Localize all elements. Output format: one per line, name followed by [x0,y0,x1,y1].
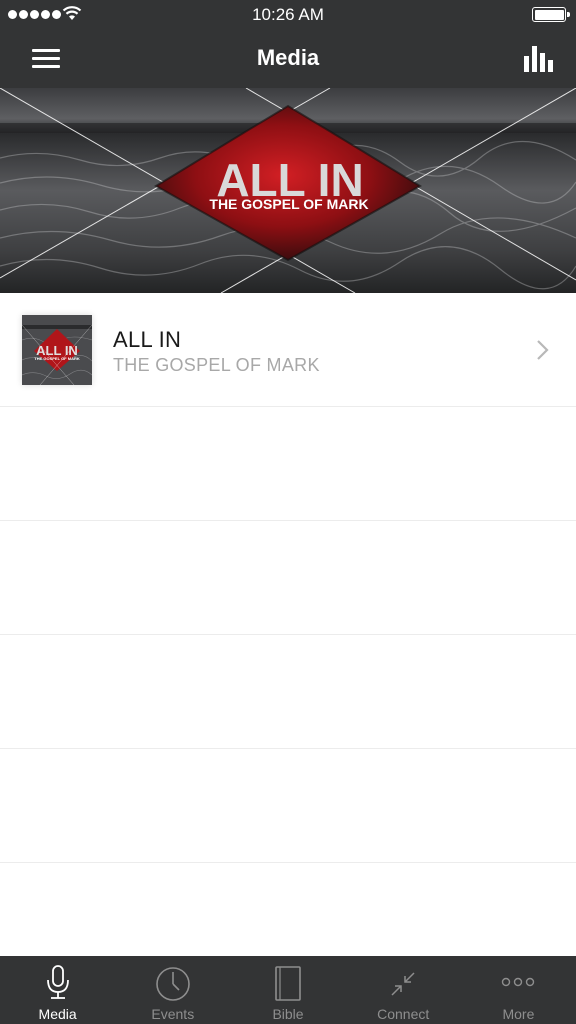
tab-connect[interactable]: Connect [346,956,461,1024]
status-bar: 10:26 AM [0,0,576,30]
tab-bible[interactable]: Bible [230,956,345,1024]
page-title: Media [256,45,320,70]
list-item-title: ALL IN [113,327,182,352]
banner-subtitle: THE GOSPEL OF MARK [209,196,368,212]
empty-row [0,635,576,749]
empty-row [0,521,576,635]
empty-row [0,749,576,863]
bar-chart-icon[interactable] [524,44,554,72]
media-list: ALL IN THE GOSPEL OF MARK ALL IN THE GOS… [0,293,576,863]
more-dots-icon [502,977,535,987]
tab-bar: Media Events Bible Connect More [0,956,576,1024]
chevron-right-icon [537,340,549,360]
tab-more[interactable]: More [461,956,576,1024]
tab-label: Connect [377,1006,430,1022]
tab-events[interactable]: Events [115,956,230,1024]
list-item[interactable]: ALL IN THE GOSPEL OF MARK ALL IN THE GOS… [0,293,576,407]
series-thumbnail: ALL IN THE GOSPEL OF MARK [22,315,92,385]
series-banner[interactable]: ALL IN THE GOSPEL OF MARK [0,88,576,293]
list-item-subtitle: THE GOSPEL OF MARK [113,355,320,375]
tab-media[interactable]: Media [0,956,115,1024]
tab-label: More [502,1006,535,1022]
microphone-icon [46,965,69,999]
navigation-bar: Media [0,30,576,88]
status-time: 10:26 AM [252,5,324,24]
tab-label: Bible [272,1006,304,1022]
clock-icon [155,967,190,1001]
thumbnail-subtitle: THE GOSPEL OF MARK [34,356,80,361]
banner-image: ALL IN THE GOSPEL OF MARK [0,88,576,293]
tab-label: Media [38,1006,77,1022]
empty-row [0,407,576,521]
book-icon [275,966,301,1001]
connect-arrows-icon [391,972,415,996]
battery-icon [532,7,570,22]
tab-label: Events [151,1006,195,1022]
